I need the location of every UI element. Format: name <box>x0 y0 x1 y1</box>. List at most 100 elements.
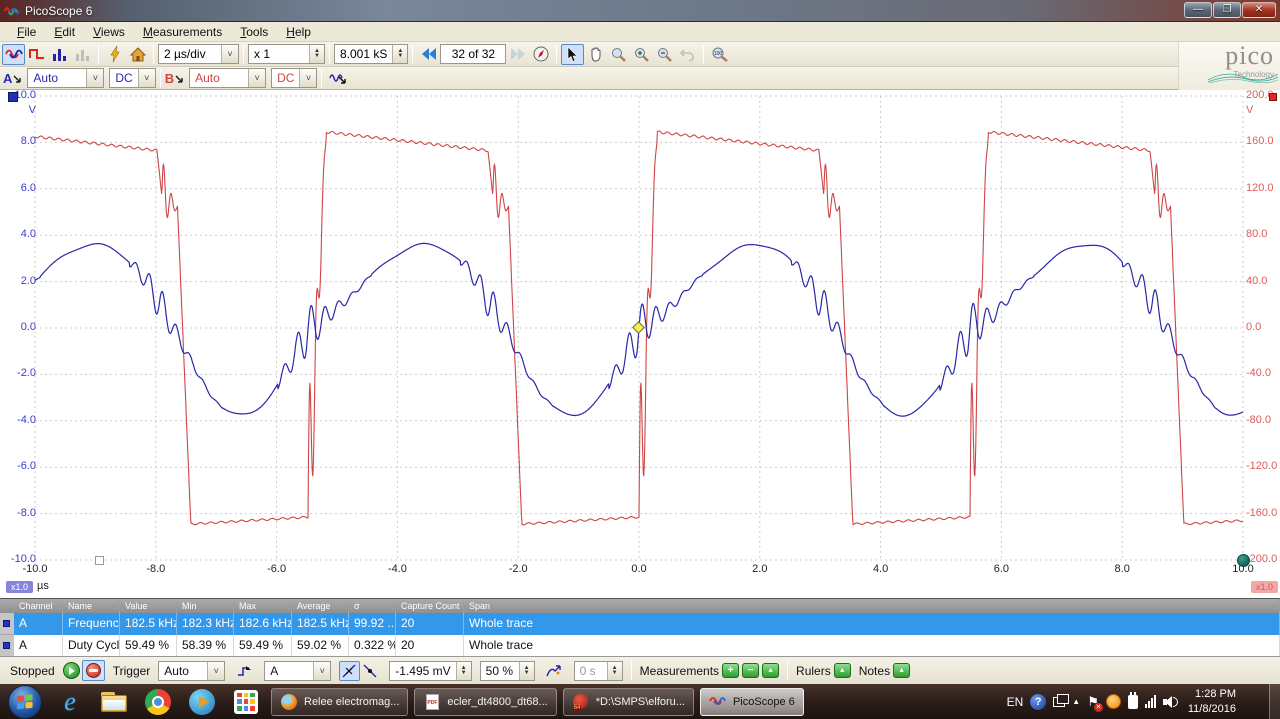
chevron-down-icon[interactable]: ˅ <box>299 69 317 87</box>
auto-setup-button[interactable] <box>103 44 126 65</box>
rising-edge-button[interactable] <box>339 660 361 681</box>
power-plug-icon[interactable] <box>1127 691 1138 709</box>
start-capture-button[interactable] <box>62 662 80 679</box>
stop-capture-button-selected[interactable] <box>81 660 105 681</box>
chevron-down-icon[interactable]: ˅ <box>207 661 225 680</box>
chrome-icon[interactable] <box>143 687 173 717</box>
x-axis-offset-handle[interactable] <box>95 556 104 565</box>
menu-help[interactable]: Help <box>277 23 320 41</box>
add-measurement-button[interactable]: + <box>722 663 740 678</box>
scope-plot-area[interactable]: 10.0 8.0 6.0 4.0 2.0 0.0 -2.0 -4.0 -6.0 -8.0 -10.0… <box>0 89 1280 598</box>
action-center-flag-icon[interactable]: ⚑ ✕ <box>1087 694 1103 712</box>
select-tool-button[interactable] <box>561 43 585 65</box>
scope-view-button[interactable] <box>2 43 25 65</box>
minimize-button[interactable]: — <box>1184 2 1212 18</box>
toolbar-separator <box>329 44 330 64</box>
pretrigger-spinner[interactable]: 50 % ▲ ▼ <box>479 660 535 681</box>
window-switch-icon[interactable] <box>1053 693 1070 707</box>
channel-b-range-dropdown[interactable]: Auto ˅ <box>189 68 267 88</box>
column-header-name[interactable]: Name <box>63 599 120 613</box>
menu-file[interactable]: File <box>8 23 45 41</box>
zoom-out-button[interactable] <box>653 44 676 65</box>
chevron-down-icon[interactable]: ˅ <box>248 69 266 87</box>
persistence-view-button[interactable] <box>25 44 48 65</box>
column-header-σ[interactable]: σ <box>349 599 396 613</box>
column-header-capture-count[interactable]: Capture Count <box>396 599 464 613</box>
taskbar-button-d-smps-elforu[interactable]: 64 *D:\SMPS\elforu... <box>562 687 694 716</box>
taskbar-button-relee-electromag[interactable]: Relee electromag... <box>271 687 409 716</box>
zoom-multiplier-spinner[interactable]: x 1 ▲ ▼ <box>248 44 325 64</box>
menu-measurements[interactable]: Measurements <box>134 23 231 41</box>
marquee-zoom-button[interactable] <box>607 44 630 65</box>
falling-edge-button[interactable] <box>360 661 381 681</box>
column-header-min[interactable]: Min <box>177 599 234 613</box>
trigger-source-dropdown[interactable]: A ˅ <box>264 660 332 681</box>
buffer-navigator-button[interactable] <box>529 44 552 65</box>
column-header-max[interactable]: Max <box>234 599 292 613</box>
show-desktop-button[interactable] <box>1269 684 1280 719</box>
menu-edit[interactable]: Edit <box>45 23 84 41</box>
waveform-canvas[interactable] <box>0 90 1280 598</box>
trigger-marker-button[interactable] <box>233 660 256 681</box>
spinner-arrows-icon[interactable]: ▲ ▼ <box>518 661 534 680</box>
chevron-down-icon[interactable]: ˅ <box>221 45 238 63</box>
home-button[interactable] <box>126 44 149 65</box>
column-header-value[interactable]: Value <box>120 599 177 613</box>
channel-a-range-dropdown[interactable]: Auto ˅ <box>27 68 105 88</box>
start-button[interactable] <box>8 684 42 719</box>
column-header-channel[interactable]: Channel <box>14 599 63 613</box>
updater-icon[interactable] <box>1105 694 1121 709</box>
app-grid-icon[interactable] <box>231 687 261 717</box>
measurements-label: Measurements <box>639 663 720 678</box>
buffer-position-field[interactable]: 32 of 32 <box>440 44 507 64</box>
measurement-cell: A <box>14 635 63 657</box>
show-hidden-icons-chevron[interactable]: ▲ <box>1072 697 1080 706</box>
windows-explorer-icon[interactable] <box>99 687 129 717</box>
zoom-in-button[interactable] <box>630 44 653 65</box>
pdf-icon: PDF <box>423 693 441 711</box>
maximize-button[interactable]: ❐ <box>1213 2 1241 18</box>
taskbar-button-picoscope-6[interactable]: PicoScope 6 <box>699 687 804 716</box>
trigger-level-spinner[interactable]: -1.495 mV ▲ ▼ <box>389 660 472 681</box>
channel-b-axis-handle[interactable] <box>1269 93 1277 101</box>
close-button[interactable]: ✕ <box>1242 2 1276 18</box>
spinner-arrows-icon[interactable]: ▲ ▼ <box>455 661 471 680</box>
zoom-full-button[interactable]: 100 <box>708 44 731 65</box>
samples-spinner[interactable]: 8.001 kS ▲ ▼ <box>334 44 409 64</box>
spectrum-view-button[interactable] <box>48 44 71 65</box>
pan-tool-button[interactable] <box>584 44 607 65</box>
measurements-header-row: Channel Name Value Min Max Average σ Capture Co… <box>0 599 1280 613</box>
chevron-down-icon[interactable]: ˅ <box>137 69 155 87</box>
rulers-expand-button[interactable]: ▲ <box>833 663 851 678</box>
taskbar-clock[interactable]: 1:28 PM 11/8/2016 <box>1188 687 1236 717</box>
network-signal-icon[interactable] <box>1144 695 1156 708</box>
menu-tools[interactable]: Tools <box>231 23 277 41</box>
trigger-mode-dropdown[interactable]: Auto ˅ <box>158 660 226 681</box>
timebase-dropdown[interactable]: 2 µs/div ˅ <box>158 44 239 64</box>
internet-explorer-icon[interactable]: e <box>55 687 85 717</box>
spinner-arrows-icon[interactable]: ▲ ▼ <box>392 45 408 63</box>
channel-b-zero-marker[interactable] <box>1237 554 1250 567</box>
channel-a-coupling-dropdown[interactable]: DC ˅ <box>109 68 156 88</box>
language-indicator[interactable]: EN <box>1007 695 1024 709</box>
measurement-row[interactable]: A Frequency 182.5 kHz 182.3 kHz 182.6 kHz 182… <box>0 613 1280 635</box>
media-player-icon[interactable] <box>187 687 217 717</box>
channel-b-coupling-dropdown[interactable]: DC ˅ <box>271 68 318 88</box>
chevron-down-icon[interactable]: ˅ <box>313 661 331 680</box>
channel-a-axis-handle[interactable] <box>8 92 18 102</box>
expand-measurements-button[interactable]: ▲ <box>762 663 780 678</box>
chevron-down-icon[interactable]: ˅ <box>86 69 104 87</box>
spinner-arrows-icon[interactable]: ▲ ▼ <box>309 45 324 63</box>
menu-views[interactable]: Views <box>84 23 134 41</box>
notes-expand-button[interactable]: ▲ <box>893 663 911 678</box>
volume-icon[interactable] <box>1162 695 1178 708</box>
buffer-previous-button[interactable] <box>417 44 440 65</box>
measurement-row[interactable]: ADuty Cycle59.49 %58.39 %59.49 %59.02 %0… <box>0 635 1280 657</box>
advanced-trigger-button[interactable] <box>543 660 566 681</box>
column-header-span[interactable]: Span <box>464 599 1280 613</box>
column-header-average[interactable]: Average <box>292 599 349 613</box>
probes-waveform-button[interactable] <box>326 68 349 89</box>
taskbar-button-ecler-dt4800-dt68[interactable]: PDF ecler_dt4800_dt68... <box>414 687 557 716</box>
remove-measurement-button[interactable]: − <box>742 663 760 678</box>
help-icon[interactable]: ? <box>1030 693 1047 710</box>
